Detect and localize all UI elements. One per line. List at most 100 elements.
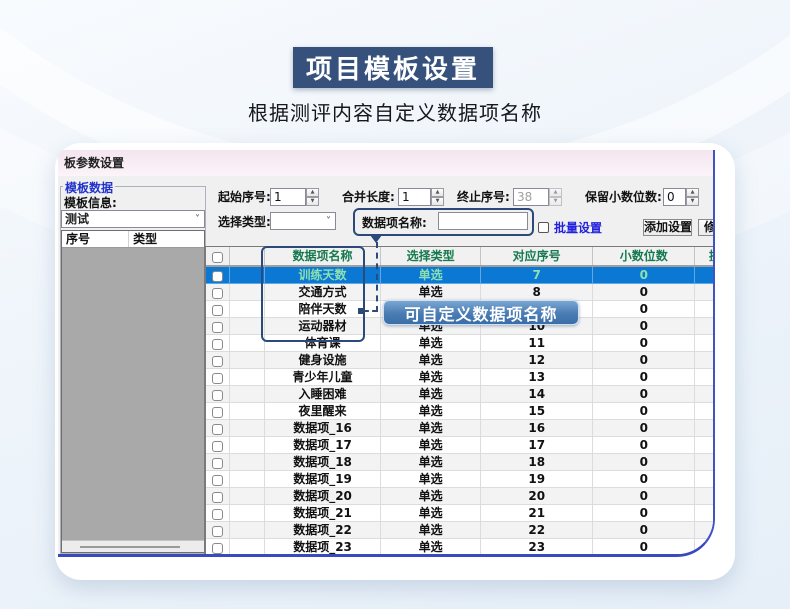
row-select-type[interactable]: 单选 — [381, 352, 481, 369]
row-decimals[interactable]: 0 — [593, 301, 695, 318]
row-select-type[interactable]: 单选 — [381, 284, 481, 301]
row-checkbox-cell[interactable] — [206, 454, 230, 471]
row-decimals[interactable]: 0 — [593, 369, 695, 386]
row-checkbox-cell[interactable] — [206, 386, 230, 403]
row-checkbox[interactable] — [212, 271, 223, 282]
row-checkbox-cell[interactable] — [206, 522, 230, 539]
header-seq[interactable]: 对应序号 — [481, 247, 594, 265]
select-all-checkbox-cell[interactable] — [206, 247, 230, 265]
template-items-list[interactable]: 序号 类型 — [61, 230, 205, 553]
row-select-type[interactable]: 单选 — [381, 539, 481, 556]
select-all-checkbox[interactable] — [212, 252, 223, 263]
row-seq[interactable]: 8 — [481, 284, 594, 301]
row-checkbox[interactable] — [212, 509, 223, 520]
row-checkbox-cell[interactable] — [206, 403, 230, 420]
row-select-type[interactable]: 单选 — [381, 488, 481, 505]
row-seq[interactable]: 13 — [481, 369, 594, 386]
row-seq[interactable]: 19 — [481, 471, 594, 488]
row-select-type[interactable]: 单选 — [381, 420, 481, 437]
row-item-name[interactable]: 数据项_23 — [265, 539, 382, 556]
table-row[interactable]: 数据项_18 单选 18 0 — [206, 454, 715, 471]
row-checkbox[interactable] — [212, 526, 223, 537]
table-row[interactable]: 数据项_22 单选 22 0 — [206, 522, 715, 539]
start-seq-stepper[interactable]: ▲▼ — [306, 188, 319, 206]
table-row[interactable]: 夜里醒来 单选 15 0 — [206, 403, 715, 420]
list-header-type[interactable]: 类型 — [129, 231, 204, 247]
row-checkbox-cell[interactable] — [206, 267, 230, 284]
header-decimals[interactable]: 小数位数 — [593, 247, 695, 265]
row-item-name[interactable]: 数据项_16 — [265, 420, 382, 437]
scrollbar-thumb[interactable] — [80, 546, 180, 548]
horizontal-scrollbar[interactable] — [62, 540, 204, 552]
row-item-name[interactable]: 数据项_18 — [265, 454, 382, 471]
row-checkbox-cell[interactable] — [206, 420, 230, 437]
row-decimals[interactable]: 0 — [593, 488, 695, 505]
batch-checkbox[interactable] — [538, 222, 549, 233]
row-select-type[interactable]: 单选 — [381, 522, 481, 539]
row-decimals[interactable]: 0 — [593, 335, 695, 352]
row-select-type[interactable]: 单选 — [381, 369, 481, 386]
row-checkbox-cell[interactable] — [206, 301, 230, 318]
row-checkbox-cell[interactable] — [206, 369, 230, 386]
table-row[interactable]: 数据项_19 单选 19 0 — [206, 471, 715, 488]
table-row[interactable]: 数据项_20 单选 20 0 — [206, 488, 715, 505]
row-checkbox[interactable] — [212, 458, 223, 469]
row-select-type[interactable]: 单选 — [381, 267, 481, 284]
row-checkbox[interactable] — [212, 339, 223, 350]
decimals-stepper[interactable]: ▲▼ — [686, 188, 699, 206]
row-seq[interactable]: 17 — [481, 437, 594, 454]
row-item-name[interactable]: 数据项_21 — [265, 505, 382, 522]
row-checkbox[interactable] — [212, 305, 223, 316]
row-item-name[interactable]: 数据项_20 — [265, 488, 382, 505]
row-seq[interactable]: 16 — [481, 420, 594, 437]
template-select[interactable]: 测试 ˅ — [61, 210, 205, 228]
table-row[interactable]: 数据项_16 单选 16 0 — [206, 420, 715, 437]
row-item-name[interactable]: 青少年儿童 — [265, 369, 382, 386]
row-checkbox-cell[interactable] — [206, 284, 230, 301]
row-checkbox[interactable] — [212, 373, 223, 384]
row-checkbox-cell[interactable] — [206, 505, 230, 522]
row-checkbox-cell[interactable] — [206, 335, 230, 352]
row-decimals[interactable]: 0 — [593, 454, 695, 471]
row-select-type[interactable]: 单选 — [381, 386, 481, 403]
merge-len-stepper[interactable]: ▲▼ — [431, 188, 444, 206]
row-seq[interactable]: 11 — [481, 335, 594, 352]
row-item-name[interactable]: 数据项_17 — [265, 437, 382, 454]
row-checkbox[interactable] — [212, 492, 223, 503]
row-checkbox[interactable] — [212, 475, 223, 486]
row-item-name[interactable]: 数据项_22 — [265, 522, 382, 539]
row-decimals[interactable]: 0 — [593, 284, 695, 301]
row-checkbox[interactable] — [212, 424, 223, 435]
row-seq[interactable]: 20 — [481, 488, 594, 505]
row-checkbox[interactable] — [212, 543, 223, 554]
row-decimals[interactable]: 0 — [593, 318, 695, 335]
row-item-name[interactable]: 数据项_19 — [265, 471, 382, 488]
table-row[interactable]: 健身设施 单选 12 0 — [206, 352, 715, 369]
row-checkbox[interactable] — [212, 441, 223, 452]
row-checkbox[interactable] — [212, 356, 223, 367]
row-seq[interactable]: 18 — [481, 454, 594, 471]
row-checkbox-cell[interactable] — [206, 488, 230, 505]
row-decimals[interactable]: 0 — [593, 505, 695, 522]
row-checkbox-cell[interactable] — [206, 318, 230, 335]
list-header-seq[interactable]: 序号 — [62, 231, 129, 247]
row-decimals[interactable]: 0 — [593, 267, 695, 284]
row-select-type[interactable]: 单选 — [381, 437, 481, 454]
modify-button[interactable]: 修改 — [698, 219, 715, 236]
add-settings-button[interactable]: 添加设置 — [643, 219, 692, 236]
row-seq[interactable]: 15 — [481, 403, 594, 420]
row-decimals[interactable]: 0 — [593, 471, 695, 488]
table-row[interactable]: 数据项_17 单选 17 0 — [206, 437, 715, 454]
row-checkbox-cell[interactable] — [206, 471, 230, 488]
table-row[interactable]: 青少年儿童 单选 13 0 — [206, 369, 715, 386]
row-seq[interactable]: 23 — [481, 539, 594, 556]
row-checkbox-cell[interactable] — [206, 352, 230, 369]
row-seq[interactable]: 7 — [481, 267, 594, 284]
row-decimals[interactable]: 0 — [593, 386, 695, 403]
select-type-dropdown[interactable]: ˅ — [270, 212, 336, 230]
header-select-type[interactable]: 选择类型 — [381, 247, 481, 265]
row-checkbox[interactable] — [212, 288, 223, 299]
row-decimals[interactable]: 0 — [593, 403, 695, 420]
row-item-name[interactable]: 入睡困难 — [265, 386, 382, 403]
row-checkbox[interactable] — [212, 390, 223, 401]
